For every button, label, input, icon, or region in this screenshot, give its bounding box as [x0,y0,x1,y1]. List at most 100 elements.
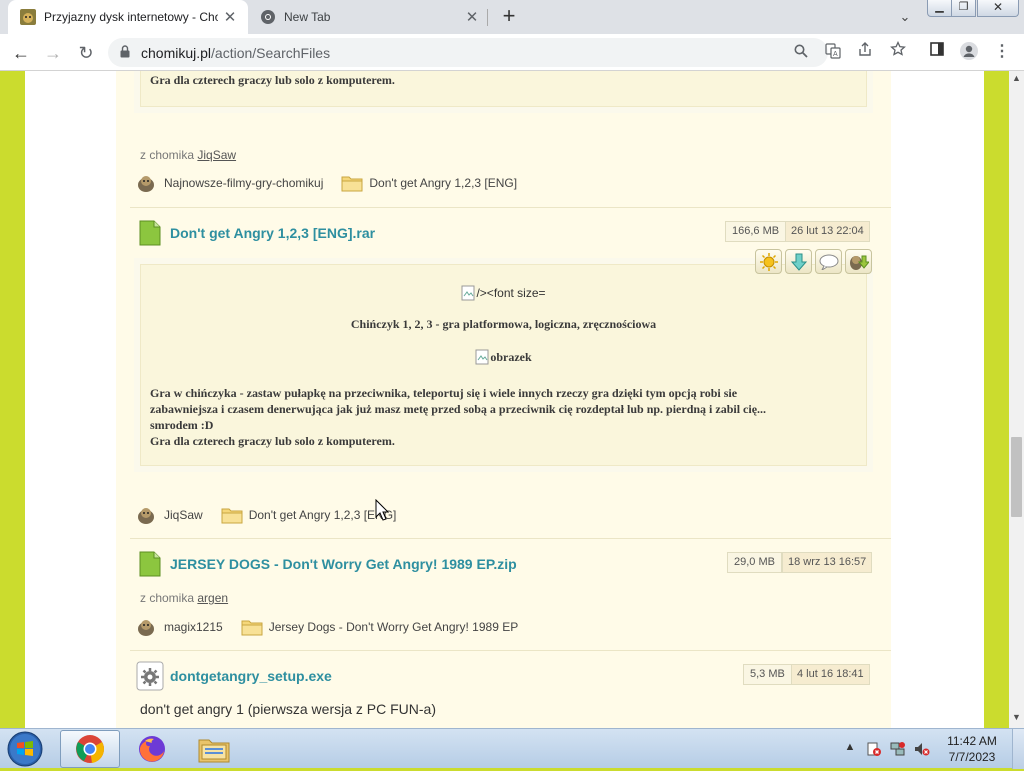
from-user-link[interactable]: JiqSaw [197,148,236,162]
file-title-link[interactable]: dontgetangry_setup.exe [170,668,332,684]
file-date-badge: 26 lut 13 22:04 [785,221,870,242]
mouse-cursor-icon [375,499,389,521]
file-size-badge: 166,6 MB [725,221,787,242]
tab-search-chevron-icon[interactable]: ⌄ [893,6,917,28]
menu-icon[interactable]: ⋮ [991,41,1013,63]
reload-icon[interactable]: ↻ [73,40,99,66]
minimize-button[interactable]: ▁ [927,0,952,17]
folder-icon [241,620,263,636]
show-desktop-button[interactable] [1012,729,1024,769]
search-results: Gra dla czterech graczy lub solo z kompu… [116,71,891,728]
file-size-badge: 29,0 MB [727,552,782,573]
file-description: /><font size= Chińczyk 1, 2, 3 - gra pla… [134,258,873,472]
owner-line: magix1215 Jersey Dogs - Don't Worry Get … [136,615,518,639]
page-scrollbar[interactable]: ▲ ▼ [1009,71,1024,728]
desc-line: Gra w chińczyka - zastaw pułapkę na prze… [150,386,738,400]
clock-date: 7/7/2023 [948,750,996,764]
sidepanel-icon[interactable] [926,41,948,63]
file-title-link[interactable]: JERSEY DOGS - Don't Worry Get Angry! 198… [170,556,517,572]
broken-image-alt: obrazek [490,349,532,364]
action-center-icon[interactable] [866,741,882,757]
clock[interactable]: 11:42 AM 7/7/2023 [938,733,1006,765]
owner-link[interactable]: Najnowsze-filmy-gry-chomikuj [164,176,323,190]
firefox-app-icon [139,736,165,762]
profile-icon[interactable] [958,41,980,63]
desc-line: smrodem :D [150,418,214,432]
scroll-down-arrow-icon[interactable]: ▼ [1012,712,1021,722]
volume-icon[interactable] [914,741,930,757]
system-tray: ▲ [842,729,938,769]
tab-chomikuj[interactable]: Przyjazny dysk internetowy - Chomikuj.pl… [8,0,248,34]
search-icon[interactable] [791,43,811,63]
file-archive-icon [139,551,161,577]
folder-link[interactable]: Don't get Angry 1,2,3 [ENG] [369,176,517,190]
file-size-badge: 5,3 MB [743,664,792,685]
taskbar: ▲ 11:42 AM 7/7/2023 [0,728,1024,769]
show-hidden-icons-icon[interactable]: ▲ [842,741,858,757]
desc-body: Gra w chińczyka - zastaw pułapkę na prze… [150,385,850,449]
broken-image-icon [475,349,489,365]
forward-arrow-icon[interactable]: → [40,40,66,66]
file-description: don't get angry 1 (pierwsza wersja z PC … [140,701,436,717]
save-action-icon [849,255,869,270]
comment-action-button[interactable] [815,249,842,274]
browser-toolbar: ← → ↻ chomikuj.pl/action/SearchFiles A ⋮ [0,34,1024,71]
file-description: Gra dla czterech graczy lub solo z kompu… [134,71,873,113]
windows-start-icon [7,731,43,767]
avatar-icon [138,508,154,524]
explorer-app-icon [198,739,230,763]
divider [130,207,891,208]
back-arrow-icon[interactable]: ← [8,40,34,66]
address-bar[interactable]: chomikuj.pl/action/SearchFiles A [108,38,841,67]
start-button[interactable] [4,730,46,768]
divider [130,650,891,651]
taskbar-chrome-button[interactable] [60,730,120,768]
comment-action-icon [819,254,838,270]
tab-new-tab[interactable]: New Tab ✕ [250,0,490,34]
clock-time: 11:42 AM [947,734,997,748]
file-archive-icon [139,220,161,246]
from-line: z chomika argen [140,591,228,605]
new-tab-button[interactable]: + [496,4,522,30]
chomikuj-favicon [20,9,36,25]
url-text[interactable]: chomikuj.pl/action/SearchFiles [141,45,330,61]
owner-link[interactable]: magix1215 [164,620,223,634]
star-action-button[interactable] [755,249,782,274]
download-action-button[interactable] [785,249,812,274]
file-date-badge: 4 lut 16 18:41 [791,664,870,685]
from-user-link[interactable]: argen [197,591,228,605]
scroll-up-arrow-icon[interactable]: ▲ [1012,73,1021,83]
file-exe-icon [136,661,164,691]
restore-button[interactable]: ❐ [951,0,976,17]
scrollbar-thumb[interactable] [1011,437,1022,517]
folder-icon [221,508,243,524]
broken-image-alt: /><font size= [476,286,546,300]
taskbar-explorer-button[interactable] [184,730,244,768]
close-tab-icon[interactable]: ✕ [218,8,242,26]
owner-link[interactable]: JiqSaw [164,508,203,522]
file-title-link[interactable]: Don't get Angry 1,2,3 [ENG].rar [170,225,375,241]
share-icon[interactable] [854,41,876,63]
from-line: z chomika JiqSaw [140,148,236,162]
star-action-icon [759,252,778,271]
avatar-icon [138,176,154,192]
avatar-icon [138,620,154,636]
lock-icon[interactable] [120,45,130,58]
desc-line: zabawniejsza i czasem denerwująca jak ju… [150,402,767,416]
save-action-button[interactable] [845,249,872,274]
desc-line: Gra dla czterech graczy lub solo z kompu… [150,73,395,87]
network-icon[interactable] [890,741,906,757]
owner-line: JiqSaw Don't get Angry 1,2,3 [ENG] [136,503,396,527]
close-tab-icon[interactable]: ✕ [460,8,484,26]
broken-image: /><font size= [141,285,866,304]
star-icon[interactable] [887,40,909,63]
chrome-app-icon [76,735,104,763]
taskbar-firefox-button[interactable] [122,730,182,768]
owner-line: Najnowsze-filmy-gry-chomikuj Don't get A… [136,171,517,195]
file-date-badge: 18 wrz 13 16:57 [782,552,873,573]
translate-icon[interactable]: A [823,43,843,63]
folder-link[interactable]: Jersey Dogs - Don't Worry Get Angry! 198… [269,620,519,634]
close-window-button[interactable]: ✕ [977,0,1019,17]
left-margin [25,71,116,728]
download-action-icon [790,253,807,271]
